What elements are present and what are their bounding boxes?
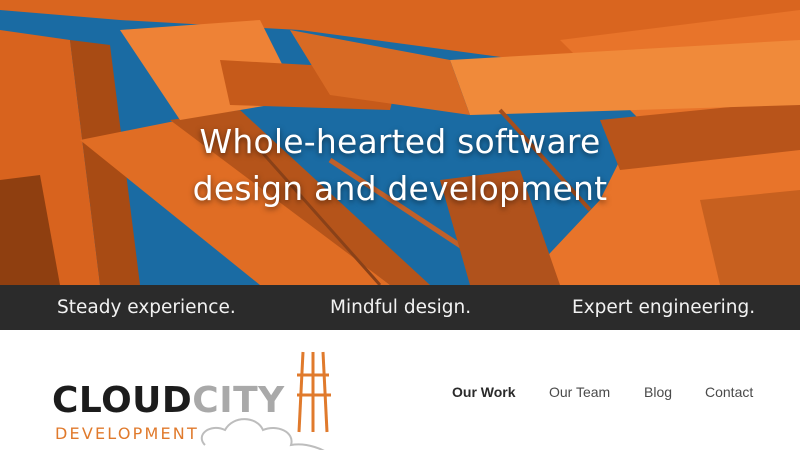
nav-our-team[interactable]: Our Team xyxy=(549,382,610,402)
nav-blog[interactable]: Blog xyxy=(644,382,672,402)
sutro-tower-icon xyxy=(297,351,331,433)
hero-title: Whole-hearted software design and develo… xyxy=(0,118,800,212)
tagline-bar: Steady experience. Mindful design. Exper… xyxy=(0,285,800,330)
logo-word-cloud: CLOUD xyxy=(52,380,193,421)
tagline-expert-engineering: Expert engineering. xyxy=(572,297,756,318)
logo-wordmark[interactable]: CLOUDCITY xyxy=(52,381,285,421)
hero-title-line1: Whole-hearted software xyxy=(199,122,601,161)
tagline-mindful-design: Mindful design. xyxy=(330,297,472,318)
logo-word-city: CITY xyxy=(192,380,285,421)
logo-subtitle: DEVELOPMENT xyxy=(55,424,199,443)
hero-banner: Whole-hearted software design and develo… xyxy=(0,0,800,285)
tagline-steady-experience: Steady experience. xyxy=(57,297,236,318)
nav-contact[interactable]: Contact xyxy=(705,382,753,402)
hero-title-line2: design and development xyxy=(192,169,608,208)
page: Whole-hearted software design and develo… xyxy=(0,0,800,450)
nav-our-work[interactable]: Our Work xyxy=(452,382,516,402)
